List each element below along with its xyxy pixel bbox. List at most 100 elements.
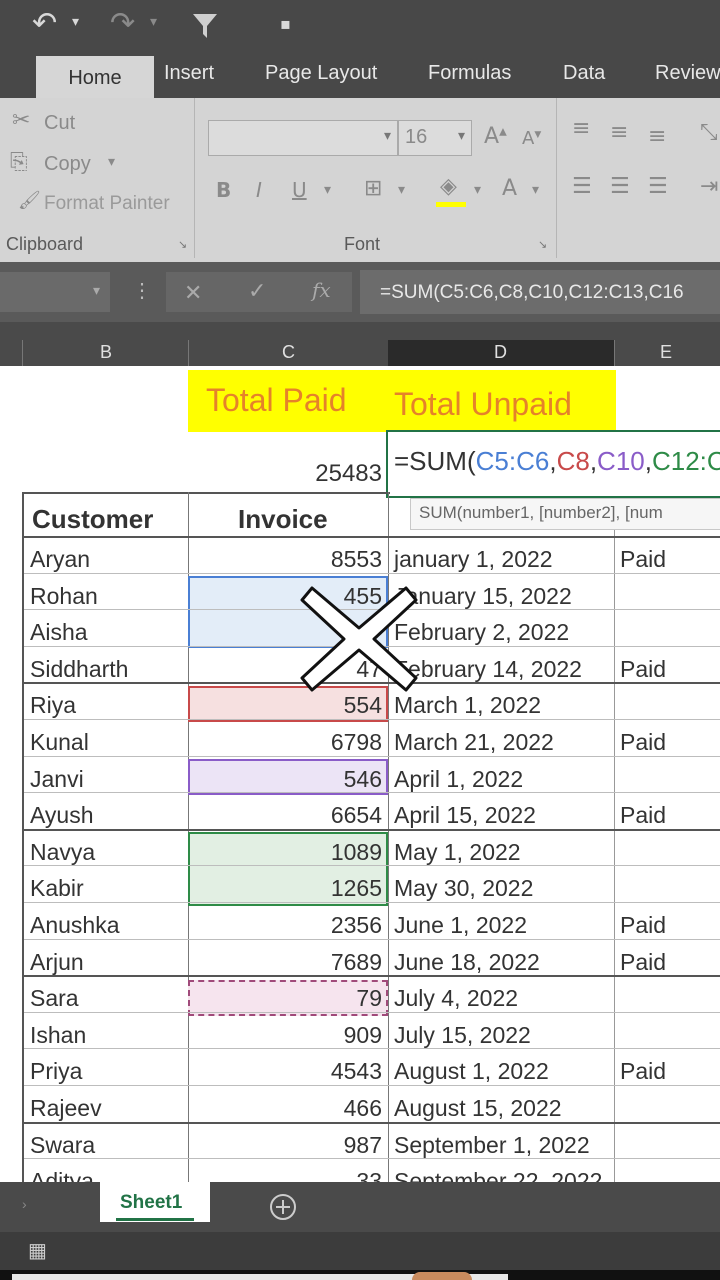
formula-input[interactable]: =SUM(C5:C6,C8,C10,C12:C13,C16 <box>360 270 720 314</box>
fill-color-dropdown-icon[interactable]: ▾ <box>474 182 481 198</box>
customize-qat-icon[interactable]: ▪ <box>280 14 291 33</box>
column-header-d[interactable]: D <box>494 342 507 363</box>
format-painter-button[interactable]: Format Painter <box>44 193 170 215</box>
customer-cell[interactable]: Priya <box>30 1058 82 1085</box>
font-name-dropdown-icon[interactable]: ▾ <box>384 127 391 144</box>
decrease-font-icon[interactable]: A▼ <box>522 128 541 149</box>
date-cell[interactable]: january 1, 2022 <box>394 546 553 573</box>
date-cell[interactable]: May 30, 2022 <box>394 875 533 902</box>
font-color-icon[interactable]: A <box>502 176 517 201</box>
font-color-dropdown-icon[interactable]: ▾ <box>532 182 539 198</box>
font-name-box[interactable]: ▾ <box>208 120 398 156</box>
date-cell[interactable]: June 18, 2022 <box>394 949 540 976</box>
invoice-cell[interactable]: 2356 <box>190 912 382 939</box>
date-cell[interactable]: April 1, 2022 <box>394 766 523 793</box>
underline-button[interactable]: U <box>292 178 307 202</box>
name-box[interactable]: ▾ <box>0 272 110 312</box>
column-header-b[interactable]: B <box>100 342 112 363</box>
orientation-icon[interactable]: ⤡ <box>700 120 718 145</box>
bold-button[interactable]: B <box>216 178 231 202</box>
customer-cell[interactable]: Arjun <box>30 949 84 976</box>
status-cell[interactable]: Paid <box>620 656 666 683</box>
invoice-cell[interactable]: 987 <box>190 1132 382 1159</box>
customer-cell[interactable]: Rajeev <box>30 1095 102 1122</box>
macro-recorder-icon[interactable]: ▦ <box>28 1238 47 1263</box>
date-cell[interactable]: August 15, 2022 <box>394 1095 562 1122</box>
italic-button[interactable]: I <box>256 178 262 202</box>
scroll-tabs-icon[interactable]: › <box>22 1196 27 1212</box>
customer-cell[interactable]: Kabir <box>30 875 84 902</box>
customer-cell[interactable]: Ayush <box>30 802 94 829</box>
cancel-icon[interactable]: ✕ <box>184 280 202 306</box>
tab-formulas[interactable]: Formulas <box>428 62 511 85</box>
font-size-box[interactable]: 16 ▾ <box>398 120 472 156</box>
redo-icon[interactable]: ↷ <box>110 6 135 41</box>
status-cell[interactable]: Paid <box>620 729 666 756</box>
invoice-cell[interactable]: 79 <box>190 985 382 1012</box>
fill-color-icon[interactable]: ◈ <box>440 174 457 199</box>
invoice-cell[interactable]: 6798 <box>190 729 382 756</box>
tab-review[interactable]: Review <box>655 62 720 85</box>
underline-dropdown-icon[interactable]: ▾ <box>324 182 331 198</box>
customer-cell[interactable]: Siddharth <box>30 656 128 683</box>
total-paid-value[interactable]: 25483 <box>190 460 382 488</box>
customer-cell[interactable]: Anushka <box>30 912 120 939</box>
customer-cell[interactable]: Sara <box>30 985 79 1012</box>
tab-insert[interactable]: Insert <box>164 62 214 85</box>
borders-dropdown-icon[interactable]: ▾ <box>398 182 405 198</box>
date-cell[interactable]: January 15, 2022 <box>394 583 572 610</box>
undo-dropdown-icon[interactable]: ▾ <box>72 14 79 30</box>
align-left-icon[interactable]: ☰ <box>572 174 592 199</box>
add-sheet-icon[interactable] <box>268 1192 298 1222</box>
align-right-icon[interactable]: ☰ <box>648 174 668 199</box>
invoice-cell[interactable]: 7689 <box>190 949 382 976</box>
font-launcher-icon[interactable]: ↘ <box>538 238 547 251</box>
date-cell[interactable]: May 1, 2022 <box>394 839 521 866</box>
align-top-icon[interactable]: ≡ <box>572 116 590 141</box>
customer-cell[interactable]: Kunal <box>30 729 89 756</box>
invoice-cell[interactable]: 1089 <box>190 839 382 866</box>
copy-dropdown-icon[interactable]: ▾ <box>108 154 115 170</box>
clipboard-launcher-icon[interactable]: ↘ <box>178 238 187 251</box>
invoice-cell[interactable]: 466 <box>190 1095 382 1122</box>
tab-home[interactable]: Home <box>36 56 154 100</box>
font-size-dropdown-icon[interactable]: ▾ <box>458 127 465 144</box>
date-cell[interactable]: July 15, 2022 <box>394 1022 531 1049</box>
date-cell[interactable]: March 21, 2022 <box>394 729 554 756</box>
borders-icon[interactable]: ⊞ <box>364 176 382 201</box>
customer-cell[interactable]: Navya <box>30 839 95 866</box>
invoice-cell[interactable]: 6654 <box>190 802 382 829</box>
customer-cell[interactable]: Janvi <box>30 766 84 793</box>
invoice-cell[interactable]: 8553 <box>190 546 382 573</box>
date-cell[interactable]: February 14, 2022 <box>394 656 582 683</box>
filter-icon[interactable] <box>192 12 218 40</box>
align-middle-icon[interactable]: ≡ <box>610 120 628 145</box>
date-cell[interactable]: July 4, 2022 <box>394 985 518 1012</box>
date-cell[interactable]: September 1, 2022 <box>394 1132 590 1159</box>
customer-header[interactable]: Customer <box>32 504 153 535</box>
total-paid-cell[interactable]: Total Paid <box>188 370 388 432</box>
align-bottom-icon[interactable]: ≡ <box>648 124 666 149</box>
undo-icon[interactable]: ↶ <box>32 6 57 41</box>
column-header-e[interactable]: E <box>660 342 672 363</box>
invoice-cell[interactable]: 554 <box>190 692 382 719</box>
invoice-cell[interactable]: 546 <box>190 766 382 793</box>
name-box-dropdown-icon[interactable]: ▾ <box>93 282 100 299</box>
customer-cell[interactable]: Aryan <box>30 546 90 573</box>
status-cell[interactable]: Paid <box>620 949 666 976</box>
tab-page-layout[interactable]: Page Layout <box>265 62 377 85</box>
column-header-c[interactable]: C <box>282 342 295 363</box>
sheet-tab-sheet1[interactable]: Sheet1 <box>100 1182 210 1222</box>
status-cell[interactable]: Paid <box>620 912 666 939</box>
customer-cell[interactable]: Rohan <box>30 583 98 610</box>
invoice-header[interactable]: Invoice <box>238 504 328 535</box>
invoice-cell[interactable]: 1265 <box>190 875 382 902</box>
date-cell[interactable]: April 15, 2022 <box>394 802 536 829</box>
insert-function-icon[interactable]: fx <box>312 278 331 302</box>
customer-cell[interactable]: Riya <box>30 692 76 719</box>
copy-button[interactable]: Copy <box>44 153 91 176</box>
date-cell[interactable]: August 1, 2022 <box>394 1058 549 1085</box>
status-cell[interactable]: Paid <box>620 802 666 829</box>
tab-data[interactable]: Data <box>563 62 605 85</box>
redo-dropdown-icon[interactable]: ▾ <box>150 14 157 30</box>
